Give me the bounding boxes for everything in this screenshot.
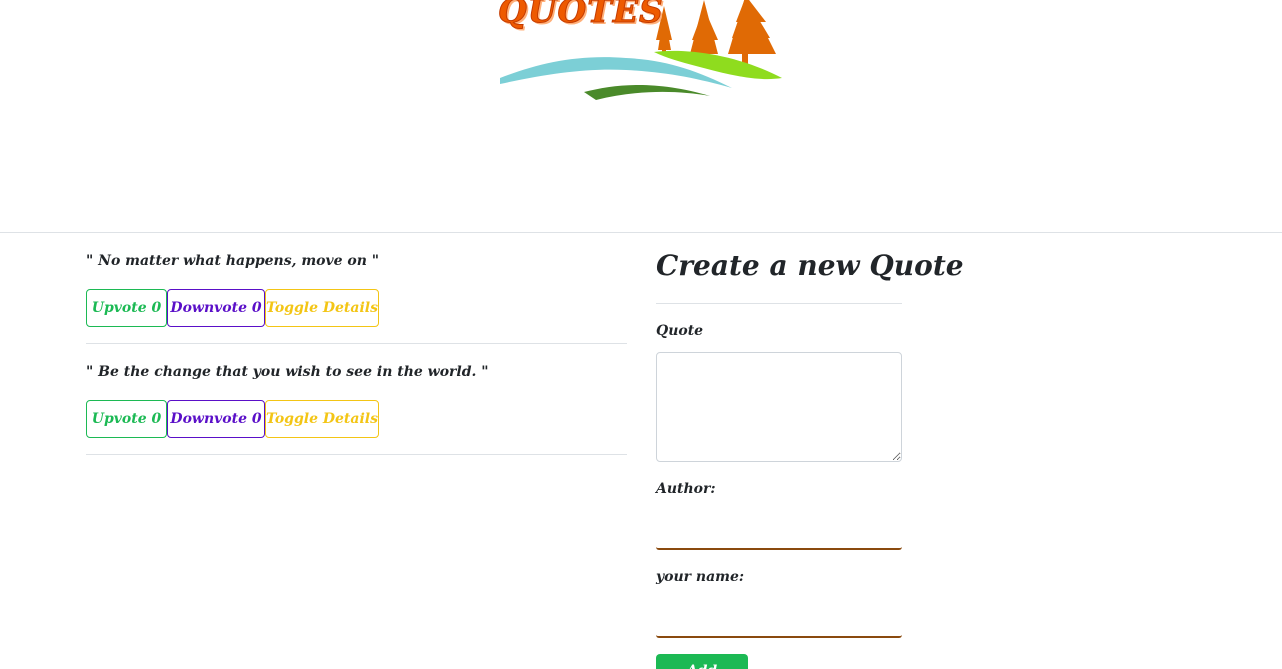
- quote-actions: Upvote 0 Downvote 0 Toggle Details: [86, 289, 379, 327]
- upvote-button[interactable]: Upvote 0: [86, 400, 167, 438]
- form-divider: [656, 303, 902, 304]
- toggle-details-button[interactable]: Toggle Details: [265, 400, 379, 438]
- downvote-button[interactable]: Downvote 0: [167, 289, 265, 327]
- quote-list: " No matter what happens, move on " Upvo…: [86, 233, 627, 455]
- quote-item: " No matter what happens, move on " Upvo…: [86, 233, 627, 344]
- author-input[interactable]: [656, 516, 902, 550]
- your-name-label: your name:: [656, 569, 745, 585]
- form-title: Create a new Quote: [656, 249, 964, 282]
- upvote-button[interactable]: Upvote 0: [86, 289, 167, 327]
- toggle-details-button[interactable]: Toggle Details: [265, 289, 379, 327]
- quote-textarea[interactable]: [656, 352, 902, 462]
- quote-text: " No matter what happens, move on ": [86, 253, 380, 269]
- header: QUOTES: [0, 0, 1282, 233]
- author-label: Author:: [656, 481, 716, 497]
- quote-label: Quote: [656, 323, 704, 339]
- add-quote-button[interactable]: Add Quote: [656, 654, 748, 669]
- your-name-input[interactable]: [656, 604, 902, 638]
- quote-actions: Upvote 0 Downvote 0 Toggle Details: [86, 400, 379, 438]
- downvote-button[interactable]: Downvote 0: [167, 400, 265, 438]
- quotes-logo: QUOTES: [496, 0, 786, 104]
- page: QUOTES " No matter what happens, move on…: [0, 0, 1282, 669]
- logo-title: QUOTES: [498, 0, 664, 30]
- quote-text: " Be the change that you wish to see in …: [86, 364, 489, 380]
- quote-item: " Be the change that you wish to see in …: [86, 344, 627, 455]
